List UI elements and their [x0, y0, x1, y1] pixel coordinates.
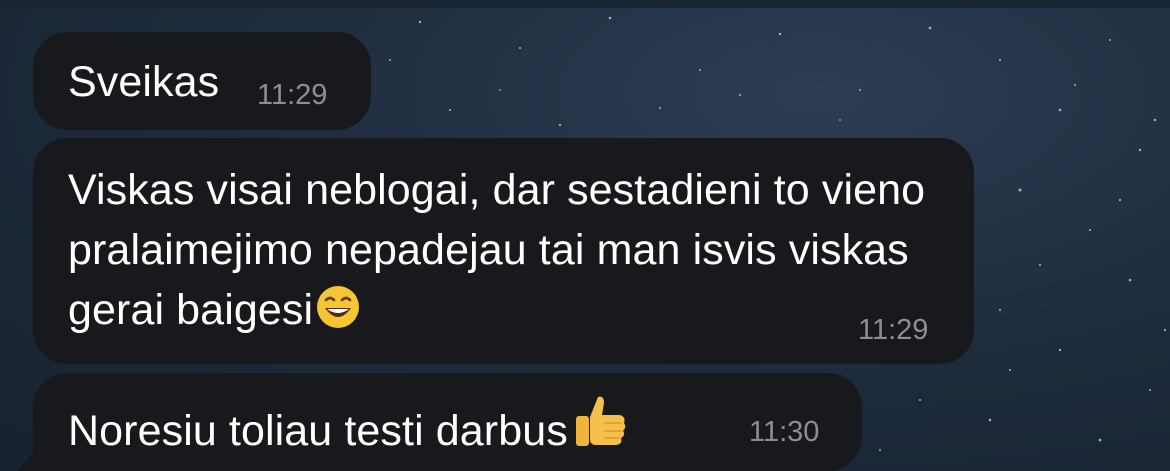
message-text: Sveikas	[68, 58, 220, 106]
message-time: 11:29	[858, 314, 929, 346]
message-text: Noresiu toliau testi darbus	[68, 407, 568, 455]
bubble-tail	[18, 445, 38, 471]
message-text: Viskas visai neblogai, dar sestadieni to…	[68, 166, 926, 334]
message-bubble[interactable]: Noresiu toliau testi darbus 11:30	[33, 373, 862, 471]
message-time: 11:30	[749, 416, 820, 448]
message-time: 11:29	[257, 79, 328, 111]
thumbs-up-icon	[570, 391, 630, 467]
grinning-face-icon	[315, 284, 361, 346]
message-bubble[interactable]: Sveikas 11:29	[33, 32, 371, 130]
message-text-block: Viskas visai neblogai, dar sestadieni to…	[68, 160, 958, 346]
message-text-block: Noresiu toliau testi darbus	[68, 391, 630, 467]
message-bubble[interactable]: Viskas visai neblogai, dar sestadieni to…	[33, 138, 974, 364]
